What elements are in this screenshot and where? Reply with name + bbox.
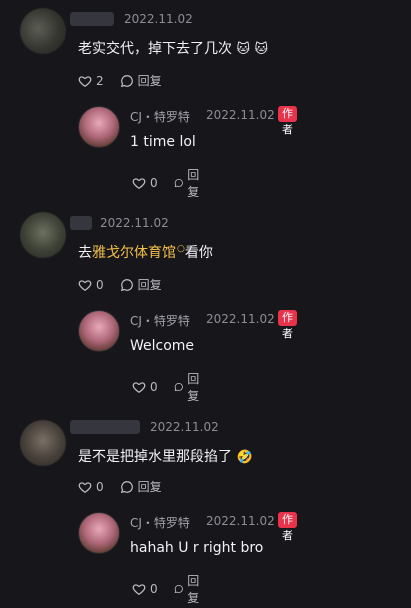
avatar[interactable]	[20, 212, 66, 258]
heart-icon	[132, 178, 146, 189]
reply-text: Welcome	[130, 338, 195, 354]
reply-label: 回复	[137, 278, 162, 292]
heart-icon	[132, 584, 146, 595]
username-redacted[interactable]	[70, 216, 92, 230]
emoji: 🐱	[236, 42, 251, 57]
emoji: 🤣	[236, 450, 253, 465]
reply-actions: 0 回复	[132, 166, 214, 200]
reply-button[interactable]: 回复	[174, 572, 204, 606]
author-badge: 作者	[278, 512, 297, 542]
reply-text: hahah U r right bro	[130, 540, 264, 556]
comment-body: 老实交代，掉下去了几次	[78, 41, 232, 57]
username-redacted[interactable]	[70, 12, 114, 26]
comment-text: 去雅戈尔体育馆○看你	[78, 242, 213, 262]
like-count: 0	[96, 479, 104, 494]
author-avatar[interactable]	[78, 512, 120, 554]
comment-bubble-icon	[174, 179, 183, 188]
reply-label: 回复	[187, 372, 200, 403]
reply-button[interactable]: 回复	[174, 166, 204, 200]
like-count: 0	[96, 277, 104, 292]
like-button[interactable]: 0	[78, 278, 104, 292]
comment-text: 老实交代，掉下去了几次 🐱 🐱	[78, 38, 268, 58]
search-icon[interactable]: ○	[177, 244, 185, 254]
reply-label: 回复	[137, 480, 162, 494]
reply-label: 回复	[137, 74, 162, 88]
reply-author[interactable]: CJ・特罗特	[130, 312, 190, 329]
reply-actions: 0 回复	[132, 370, 214, 404]
comment-thread: 2022.11.02 老实交代，掉下去了几次 🐱 🐱 2 回复 CJ・特罗特 2…	[0, 0, 411, 200]
heart-icon	[78, 279, 92, 291]
heart-icon	[78, 481, 92, 493]
author-badge: 作者	[278, 106, 297, 136]
comment-bubble-icon	[120, 480, 133, 493]
comment-bubble-icon	[174, 383, 183, 392]
reply-date: 2022.11.02	[206, 514, 275, 528]
username-redacted[interactable]	[70, 420, 140, 434]
comment-bubble-icon	[120, 278, 133, 291]
comment-thread: 2022.11.02 去雅戈尔体育馆○看你 0 回复 CJ・特罗特 2022.1…	[0, 204, 411, 404]
like-button[interactable]: 0	[132, 582, 158, 596]
comment-date: 2022.11.02	[100, 216, 169, 230]
like-count: 0	[150, 582, 158, 596]
heart-icon	[132, 382, 146, 393]
like-count: 2	[96, 73, 104, 88]
reply-button[interactable]: 回复	[120, 72, 162, 89]
comment-actions: 0 回复	[78, 276, 172, 293]
avatar[interactable]	[20, 8, 66, 54]
like-button[interactable]: 0	[132, 176, 158, 190]
comment-date: 2022.11.02	[124, 12, 193, 26]
comment-actions: 2 回复	[78, 72, 172, 89]
reply-actions: 0 回复	[132, 572, 214, 606]
reply-author[interactable]: CJ・特罗特	[130, 108, 190, 125]
emoji: 🐱	[254, 42, 269, 57]
author-avatar[interactable]	[78, 310, 120, 352]
comment-thread: 2022.11.02 是不是把掉水里那段掐了 🤣 0 回复 CJ・特罗特 202…	[0, 408, 411, 608]
comment-text: 是不是把掉水里那段掐了 🤣	[78, 446, 253, 466]
avatar[interactable]	[20, 420, 66, 466]
comment-actions: 0 回复	[78, 478, 172, 495]
reply-label: 回复	[187, 168, 200, 199]
reply-date: 2022.11.02	[206, 312, 275, 326]
like-button[interactable]: 2	[78, 74, 104, 88]
comment-body-suffix: 看你	[184, 245, 213, 261]
reply-text: 1 time lol	[130, 134, 196, 150]
reply-button[interactable]: 回复	[174, 370, 204, 404]
like-button[interactable]: 0	[78, 480, 104, 494]
author-avatar[interactable]	[78, 106, 120, 148]
like-count: 0	[150, 176, 158, 190]
reply-author[interactable]: CJ・特罗特	[130, 514, 190, 531]
comment-bubble-icon	[120, 74, 133, 87]
author-badge: 作者	[278, 310, 297, 340]
comment-body: 是不是把掉水里那段掐了	[78, 449, 232, 465]
location-link[interactable]: 雅戈尔体育馆	[92, 245, 176, 261]
comment-bubble-icon	[174, 585, 183, 594]
reply-button[interactable]: 回复	[120, 478, 162, 495]
reply-button[interactable]: 回复	[120, 276, 162, 293]
heart-icon	[78, 75, 92, 87]
comment-date: 2022.11.02	[150, 420, 219, 434]
reply-label: 回复	[187, 574, 200, 605]
comment-body-prefix: 去	[78, 245, 92, 261]
like-button[interactable]: 0	[132, 380, 158, 394]
reply-date: 2022.11.02	[206, 108, 275, 122]
like-count: 0	[150, 380, 158, 394]
